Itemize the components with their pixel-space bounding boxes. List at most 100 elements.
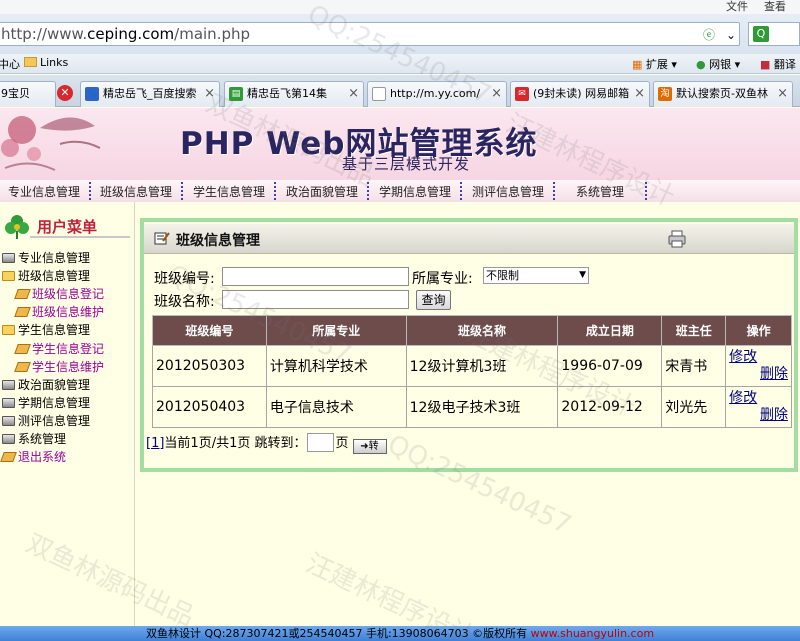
page-icon (372, 87, 386, 101)
cell-actions: 修改 删除 (725, 386, 792, 428)
compat-icon[interactable]: ⓔ (700, 26, 718, 44)
tab-0[interactable]: 9宝贝 (0, 81, 56, 107)
go-button[interactable]: ➜转 (352, 439, 387, 454)
nav-separator (460, 182, 462, 200)
cell-class-no: 2012050303 (152, 345, 267, 387)
nav-separator (181, 182, 183, 200)
nav-separator (274, 182, 276, 200)
delete-link[interactable]: 删除 (729, 407, 791, 424)
edit-document-icon (154, 232, 170, 245)
footer-link[interactable]: www.shuangyulin.com (531, 627, 654, 640)
sidebar-item-class-add[interactable]: 班级信息登记 (14, 285, 104, 302)
edit-link[interactable]: 修改 (729, 390, 791, 407)
close-icon[interactable]: × (777, 82, 788, 106)
close-icon[interactable]: × (204, 82, 215, 106)
cell-date: 2012-09-12 (557, 386, 663, 428)
class-table: 班级编号 所属专业 班级名称 成立日期 班主任 操作 2012050303 计算… (152, 315, 792, 428)
class-name-input[interactable] (222, 290, 409, 309)
pagination: [1]当前1页/共1页 跳转到： 页 ➜转 (146, 432, 387, 454)
sidebar-item-political[interactable]: 政治面貌管理 (2, 376, 90, 393)
fav-links[interactable]: Links (24, 56, 68, 69)
table-row: 2012050303 计算机科学技术 12级计算机3班 1996-07-09 宋… (152, 345, 792, 387)
sidebar-item-system[interactable]: 系统管理 (2, 430, 66, 447)
nav-separator (645, 182, 647, 200)
nav-political[interactable]: 政治面貌管理 (286, 183, 358, 200)
nav-term[interactable]: 学期信息管理 (379, 183, 451, 200)
chevron-down-icon: ▼ (579, 270, 586, 280)
mail-icon: ✉ (515, 87, 529, 101)
folder-open-icon (2, 271, 15, 281)
dropdown-arrow-icon[interactable]: ⌄ (722, 26, 740, 44)
close-tab-icon[interactable]: ✕ (57, 85, 73, 101)
edit-link[interactable]: 修改 (729, 349, 791, 366)
tab-bar: 9宝贝 ✕ 🐾 精忠岳飞_百度搜索 × ▤ 精忠岳飞第14集 × http://m.yy… (0, 75, 800, 107)
cell-class-name: 12级计算机3班 (405, 345, 559, 387)
cell-major: 电子信息技术 (265, 386, 407, 428)
major-select[interactable]: 不限制 ▼ (483, 267, 589, 284)
cell-teacher: 刘光先 (661, 386, 727, 428)
class-name-label: 班级名称: (154, 294, 215, 310)
close-icon[interactable]: × (491, 82, 502, 106)
sidebar-item-class[interactable]: 班级信息管理 (2, 267, 90, 284)
tab-3[interactable]: http://m.yy.com/× (367, 81, 507, 107)
sidebar-item-term[interactable]: 学期信息管理 (2, 394, 90, 411)
col-teacher: 班主任 (661, 315, 727, 346)
page-link[interactable]: [1] (146, 436, 164, 451)
page-icon (14, 307, 31, 317)
menu-view[interactable]: 查看 (764, 0, 786, 14)
table-row: 2012050403 电子信息技术 12级电子技术3班 2012-09-12 刘… (152, 386, 792, 428)
panel-header: 班级信息管理 (144, 224, 794, 254)
cell-class-name: 12级电子技术3班 (405, 386, 559, 428)
folder-closed-icon (2, 434, 15, 444)
sidebar-divider (30, 236, 130, 238)
clover-icon (5, 215, 29, 239)
sidebar-header: 用户菜单 (0, 210, 133, 240)
tab-2[interactable]: ▤ 精忠岳飞第14集 × (224, 81, 364, 107)
col-actions: 操作 (725, 315, 792, 346)
sidebar: 用户菜单 专业信息管理 班级信息管理 班级信息登记 班级信息维护 学生信息管理 … (0, 202, 135, 626)
grid-icon: ▦ (632, 58, 643, 71)
url-input[interactable]: http://www.ceping.com/main.php (0, 22, 740, 46)
netbank-button[interactable]: ● 网银 ▾ (696, 56, 740, 72)
page-icon (14, 344, 31, 354)
close-icon[interactable]: × (634, 82, 645, 106)
sidebar-item-student[interactable]: 学生信息管理 (2, 321, 90, 338)
search-button[interactable]: 查询 (416, 290, 451, 310)
tab-5[interactable]: 淘默认搜索页-双鱼林 × (653, 81, 793, 107)
extend-button[interactable]: ▦ 扩展 ▾ (632, 56, 677, 72)
delete-link[interactable]: 删除 (729, 366, 791, 383)
flower-decoration-icon (1, 116, 101, 171)
sidebar-item-logout[interactable]: 退出系统 (0, 448, 66, 465)
nav-student[interactable]: 学生信息管理 (193, 183, 265, 200)
nav-evaluation[interactable]: 测评信息管理 (472, 183, 544, 200)
print-icon[interactable] (668, 230, 686, 248)
nav-separator (553, 182, 555, 200)
fav-center[interactable]: 中心 (0, 56, 20, 72)
col-major: 所属专业 (265, 315, 407, 346)
cell-actions: 修改 删除 (725, 345, 792, 387)
cell-teacher: 宋青书 (661, 345, 727, 387)
folder-open-icon (2, 325, 15, 335)
page-unit: 页 (335, 436, 349, 451)
sidebar-item-student-add[interactable]: 学生信息登记 (14, 340, 104, 357)
nav-separator (89, 182, 91, 200)
search-engine-button[interactable]: Q (748, 22, 800, 46)
sidebar-item-student-manage[interactable]: 学生信息维护 (14, 358, 104, 375)
folder-icon (24, 57, 37, 67)
address-bar: http://www.ceping.com/main.php ⓔ ⌄ Q (0, 14, 800, 54)
translate-button[interactable]: ■ 翻译 (760, 56, 796, 72)
class-no-input[interactable] (222, 267, 409, 286)
nav-system[interactable]: 系统管理 (576, 183, 624, 200)
menu-file[interactable]: 文件 (726, 0, 748, 14)
tab-1[interactable]: 🐾 精忠岳飞_百度搜索 × (80, 81, 220, 107)
nav-class[interactable]: 班级信息管理 (100, 183, 172, 200)
tab-4[interactable]: ✉ (9封未读) 网易邮箱 × (510, 81, 650, 107)
page-jump-input[interactable] (307, 433, 335, 452)
folder-closed-icon (2, 416, 15, 426)
close-icon[interactable]: × (348, 82, 359, 106)
sidebar-item-evaluation[interactable]: 测评信息管理 (2, 412, 90, 429)
cell-major: 计算机科学技术 (265, 345, 407, 387)
nav-major[interactable]: 专业信息管理 (8, 183, 80, 200)
sidebar-item-major[interactable]: 专业信息管理 (2, 249, 90, 266)
sidebar-item-class-manage[interactable]: 班级信息维护 (14, 303, 104, 320)
